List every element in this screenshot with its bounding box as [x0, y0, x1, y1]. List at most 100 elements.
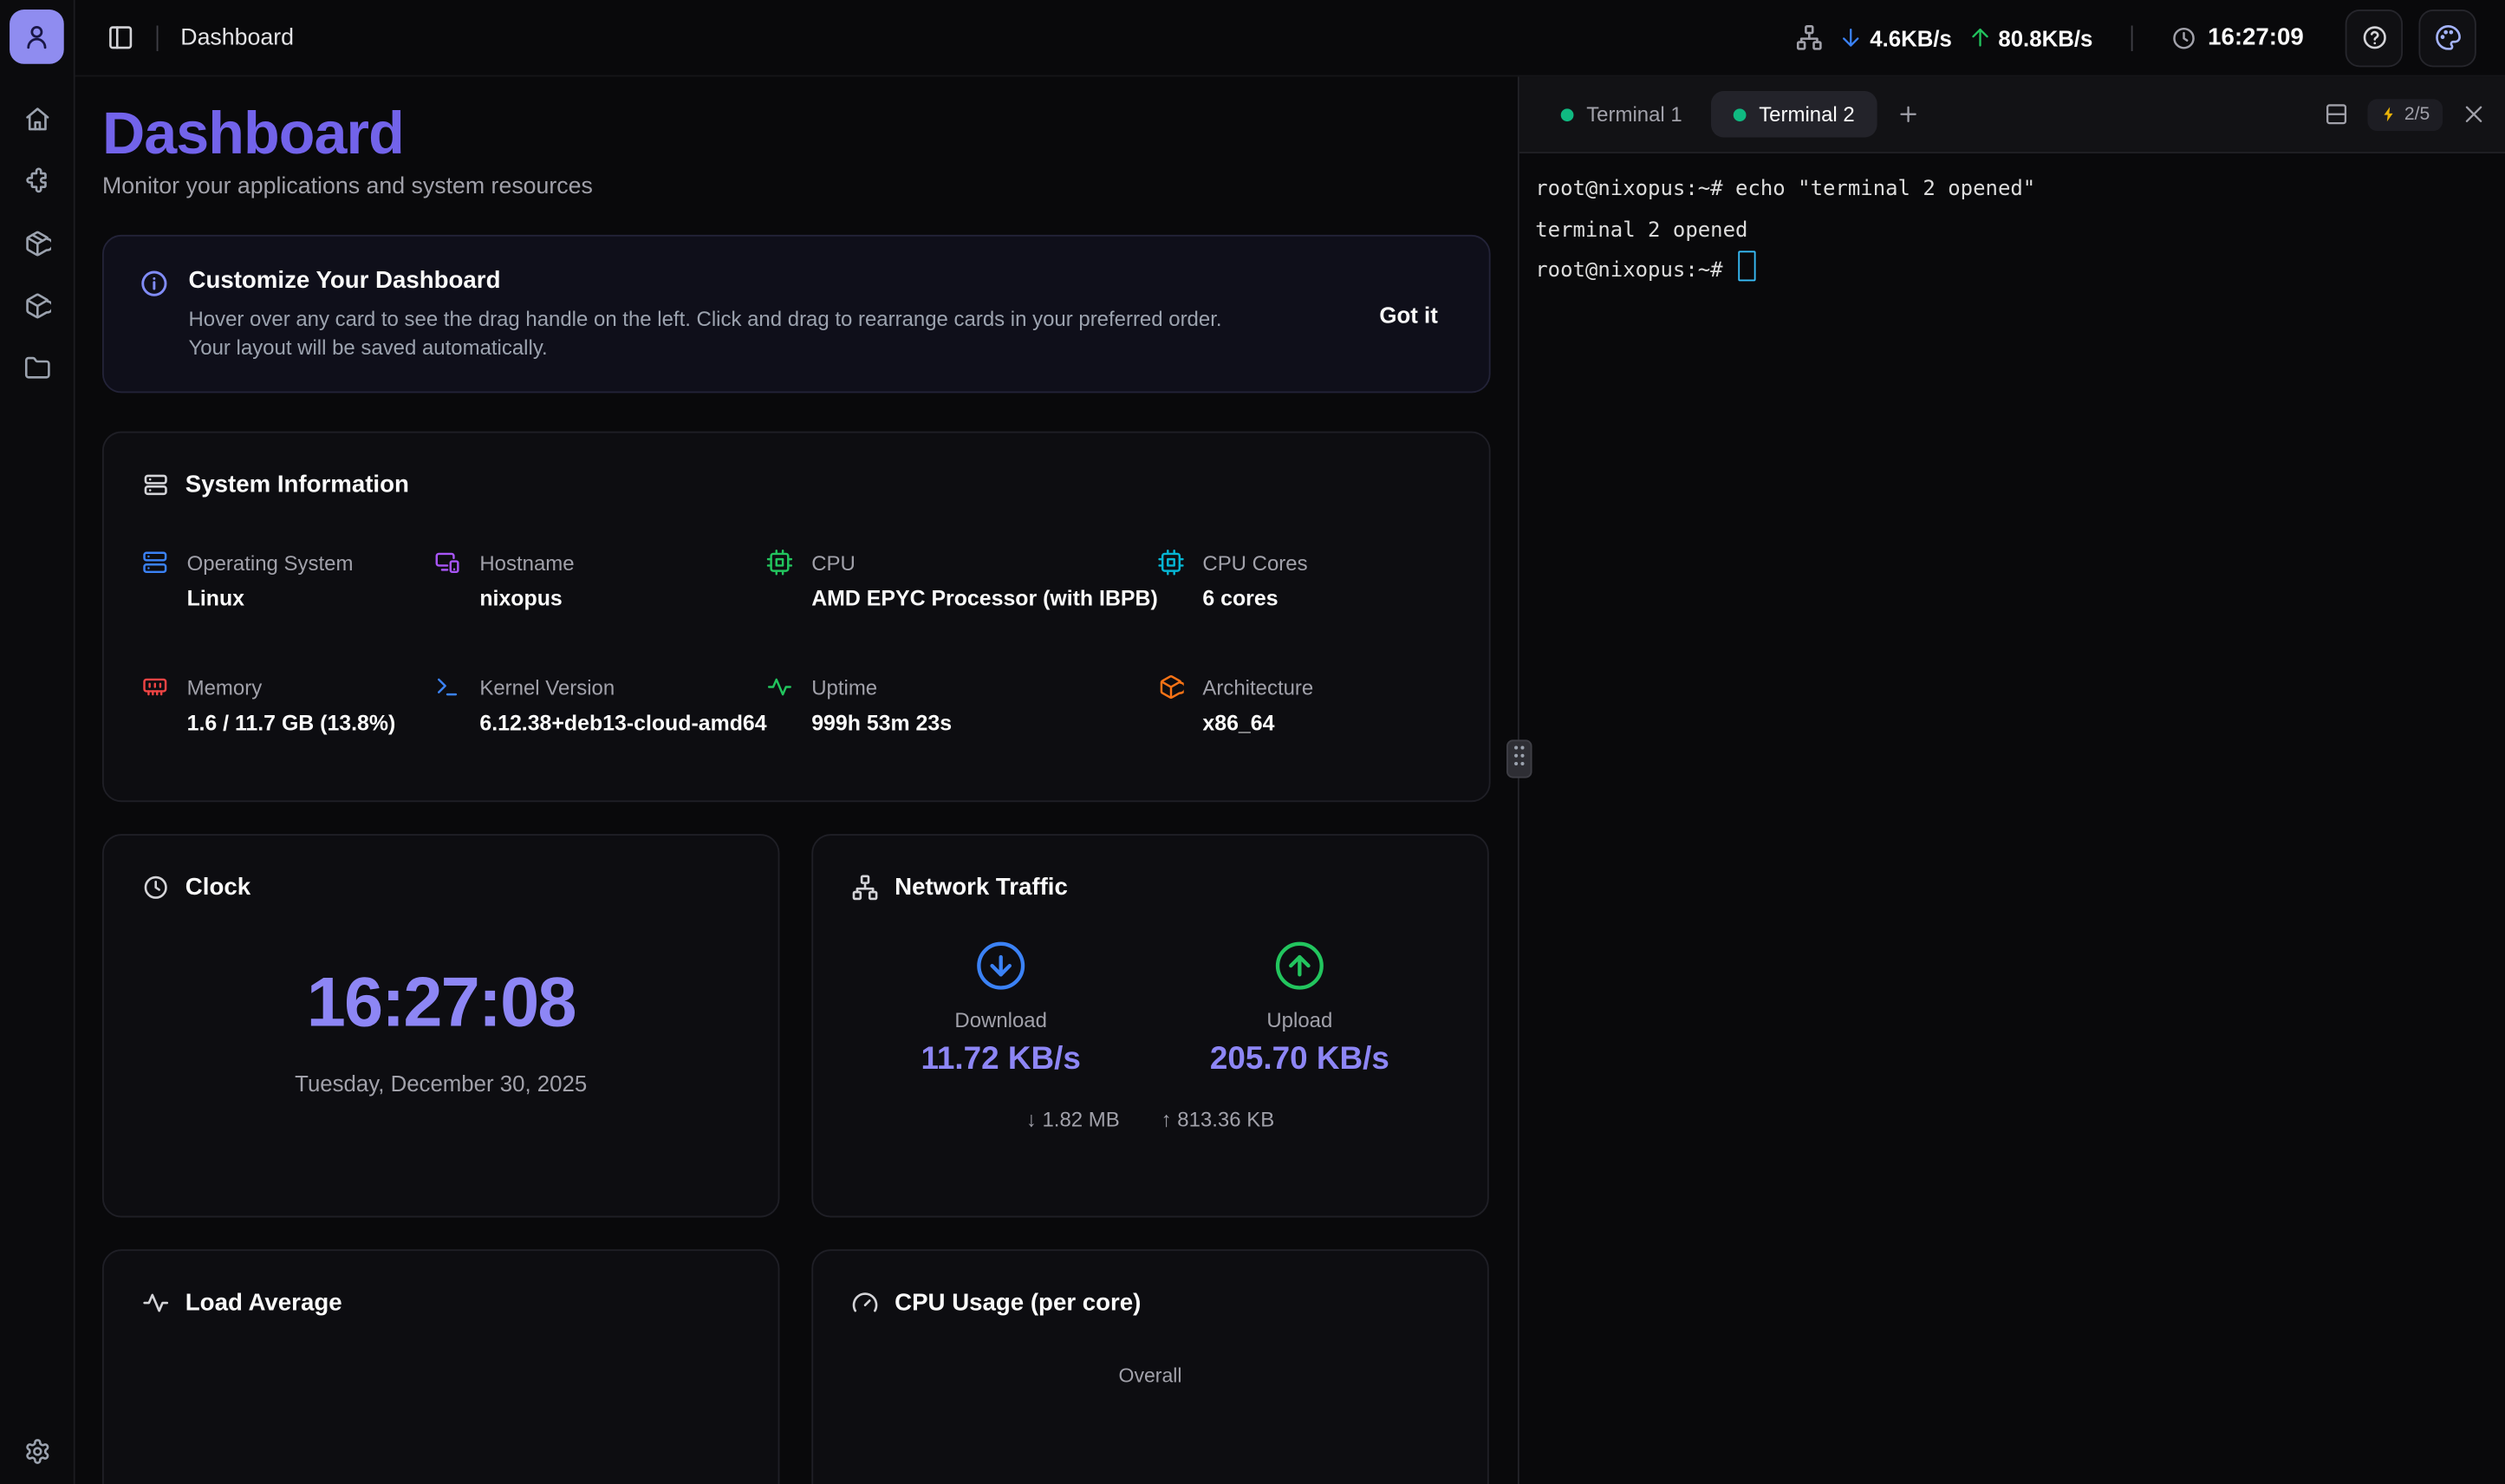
- close-terminal-icon[interactable]: [2462, 102, 2486, 127]
- terminal-panel: Terminal 1 Terminal 2: [1518, 76, 2505, 1484]
- card-title: System Information: [142, 472, 1450, 498]
- info-item-kernel: Kernel Version 6.12.38+deb13-cloud-amd64: [435, 674, 767, 735]
- main-column: Dashboard 4.6KB/s 80.8KB/s: [75, 0, 2505, 1484]
- grip-vertical-icon: [1513, 744, 1526, 774]
- download-stat: Download 11.72 KB/s: [851, 940, 1150, 1078]
- dashboard-main: Dashboard Monitor your applications and …: [75, 76, 1518, 1484]
- clock-time: 16:27:08: [142, 965, 739, 1041]
- terminal-output[interactable]: root@nixopus:~# echo "terminal 2 opened"…: [1519, 153, 2505, 1484]
- app-window: Dashboard 4.6KB/s 80.8KB/s: [0, 0, 2505, 1484]
- info-item-hostname: Hostname nixopus: [435, 550, 767, 610]
- circle-arrow-down-icon: [974, 940, 1027, 993]
- banner-title: Customize Your Dashboard: [188, 267, 1324, 294]
- network-icon: [1796, 24, 1823, 51]
- activity-icon: [142, 1289, 169, 1316]
- info-item-architecture: Architecture x86_64: [1158, 674, 1451, 735]
- cpu-icon: [767, 550, 792, 575]
- breadcrumb[interactable]: Dashboard: [180, 25, 294, 50]
- info-item-cpu-cores: CPU Cores 6 cores: [1158, 550, 1451, 610]
- total-uploaded: ↑ 813.36 KB: [1161, 1107, 1275, 1131]
- clock-icon: [142, 874, 169, 901]
- card-title: CPU Usage (per core): [851, 1289, 1448, 1316]
- terminal-tab-1[interactable]: Terminal 1: [1539, 91, 1705, 137]
- terminal-line: root@nixopus:~#: [1535, 259, 1735, 283]
- page-title: Dashboard: [102, 99, 1491, 169]
- network-traffic-card: Network Traffic Download 11.72 KB/s: [811, 834, 1488, 1217]
- content-area: Dashboard Monitor your applications and …: [75, 76, 2505, 1484]
- sidebar-nav: [23, 106, 50, 382]
- network-icon: [851, 874, 878, 901]
- cpu-usage-card: CPU Usage (per core) Overall: [811, 1249, 1488, 1484]
- status-dot: [1734, 107, 1747, 120]
- topbar: Dashboard 4.6KB/s 80.8KB/s: [75, 0, 2505, 76]
- terminal-cursor: [1739, 251, 1756, 281]
- banner-body: Customize Your Dashboard Hover over any …: [188, 267, 1324, 361]
- info-item-uptime: Uptime 999h 53m 23s: [767, 674, 1158, 735]
- got-it-button[interactable]: Got it: [1363, 289, 1454, 340]
- system-info-grid: Operating System Linux Hostname nixopus: [142, 550, 1450, 735]
- user-avatar-icon[interactable]: [10, 10, 64, 64]
- terminal-tabbar-right: 2/5: [2325, 98, 2486, 130]
- help-button[interactable]: [2346, 9, 2403, 66]
- customize-banner: Customize Your Dashboard Hover over any …: [102, 235, 1491, 393]
- header-clock: 16:27:09: [2171, 24, 2304, 51]
- arrow-down-icon: [1839, 25, 1864, 49]
- upload-speed: 80.8KB/s: [1968, 25, 2092, 50]
- info-item-os: Operating System Linux: [142, 550, 435, 610]
- info-item-cpu: CPU AMD EPYC Processor (with IBPB): [767, 550, 1158, 610]
- info-item-memory: Memory 1.6 / 11.7 GB (13.8%): [142, 674, 435, 735]
- terminal-prompt-icon: [435, 674, 460, 700]
- cards-row-2: Load Average CPU Usage (per core) Overal…: [102, 1249, 1491, 1484]
- network-totals: ↓ 1.82 MB ↑ 813.36 KB: [851, 1107, 1448, 1131]
- page-subtitle: Monitor your applications and system res…: [102, 174, 1491, 199]
- lightning-icon: [2380, 106, 2398, 123]
- card-title: Clock: [142, 874, 739, 901]
- clock-display: 16:27:08 Tuesday, December 30, 2025: [142, 965, 739, 1096]
- arrow-up-icon: [1968, 25, 1992, 49]
- download-speed: 4.6KB/s: [1839, 25, 1952, 50]
- total-downloaded: ↓ 1.82 MB: [1026, 1107, 1120, 1131]
- clock-icon: [2171, 25, 2196, 50]
- terminal-line: root@nixopus:~# echo "terminal 2 opened": [1535, 178, 2035, 202]
- cards-row-1: Clock 16:27:08 Tuesday, December 30, 202…: [102, 834, 1491, 1217]
- card-title: Load Average: [142, 1289, 739, 1316]
- terminal-count-badge: 2/5: [2367, 98, 2443, 130]
- circle-arrow-up-icon: [1273, 940, 1326, 993]
- container-box-icon[interactable]: [23, 292, 50, 319]
- server-rack-icon: [142, 472, 169, 498]
- help-icon: [2360, 24, 2387, 51]
- terminal-tab-2[interactable]: Terminal 2: [1711, 91, 1877, 137]
- divider: [2131, 25, 2133, 50]
- info-icon: [139, 269, 169, 299]
- terminal-tabbar: Terminal 1 Terminal 2: [1519, 76, 2505, 153]
- split-panel-icon[interactable]: [2325, 102, 2349, 127]
- monitor-smartphone-icon: [435, 550, 460, 575]
- home-icon[interactable]: [23, 106, 50, 133]
- cpu-cores-icon: [1158, 550, 1183, 575]
- banner-text: Hover over any card to see the drag hand…: [188, 305, 1324, 361]
- settings-gear-icon[interactable]: [23, 1438, 50, 1465]
- puzzle-icon[interactable]: [23, 168, 50, 195]
- gauge-icon: [851, 1289, 878, 1316]
- theme-button[interactable]: [2418, 9, 2476, 66]
- package-icon[interactable]: [23, 230, 50, 257]
- activity-icon: [767, 674, 792, 700]
- sidebar: [0, 0, 75, 1484]
- network-stats: Download 11.72 KB/s Upload 205.70 KB/s: [851, 940, 1448, 1078]
- new-terminal-button[interactable]: [1897, 102, 1921, 127]
- terminal-line: terminal 2 opened: [1535, 218, 1747, 243]
- server-icon: [142, 550, 167, 575]
- clock-date: Tuesday, December 30, 2025: [142, 1071, 739, 1096]
- box-icon: [1158, 674, 1183, 700]
- system-information-card: System Information Operating System Linu…: [102, 432, 1491, 803]
- memory-stick-icon: [142, 674, 167, 700]
- load-average-card: Load Average: [102, 1249, 779, 1484]
- clock-card: Clock 16:27:08 Tuesday, December 30, 202…: [102, 834, 779, 1217]
- panel-left-icon[interactable]: [107, 24, 133, 51]
- folder-icon[interactable]: [23, 355, 50, 381]
- card-title: Network Traffic: [851, 874, 1448, 901]
- topbar-right: 4.6KB/s 80.8KB/s 16:27:09: [1796, 9, 2476, 66]
- theme-palette-icon: [2434, 24, 2461, 51]
- panel-resize-handle[interactable]: [1506, 739, 1532, 778]
- overall-label: Overall: [851, 1364, 1448, 1387]
